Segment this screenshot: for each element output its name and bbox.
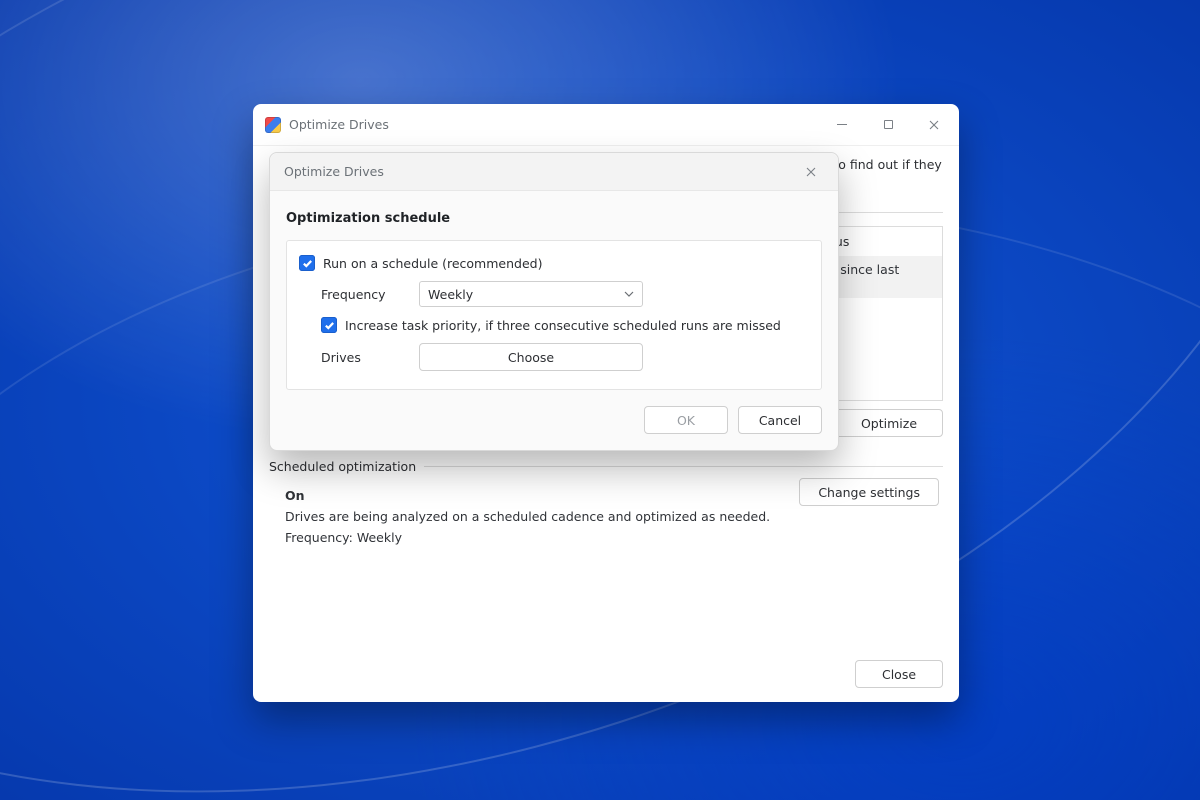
dialog-heading: Optimization schedule	[286, 211, 822, 226]
dialog-close-button[interactable]	[788, 153, 834, 191]
schedule-settings-dialog: Optimize Drives Optimization schedule Ru…	[269, 152, 839, 451]
window-title: Optimize Drives	[289, 117, 389, 132]
schedule-freq: Frequency: Weekly	[285, 530, 939, 545]
minimize-button[interactable]	[819, 104, 865, 146]
check-icon	[324, 320, 335, 331]
maximize-button[interactable]	[865, 104, 911, 146]
scheduled-section-title: Scheduled optimization	[269, 459, 943, 474]
app-icon	[265, 117, 281, 133]
close-icon	[806, 167, 816, 177]
cancel-button[interactable]: Cancel	[738, 406, 822, 434]
frequency-select[interactable]: Weekly	[419, 281, 643, 307]
increase-priority-label: Increase task priority, if three consecu…	[345, 318, 781, 333]
ok-button[interactable]: OK	[644, 406, 728, 434]
close-icon	[929, 120, 939, 130]
optimize-button[interactable]: Optimize	[835, 409, 943, 437]
dialog-titlebar[interactable]: Optimize Drives	[270, 153, 838, 191]
run-on-schedule-label: Run on a schedule (recommended)	[323, 256, 542, 271]
scheduled-block: Change settings On Drives are being anal…	[269, 474, 943, 545]
dialog-title: Optimize Drives	[284, 164, 384, 179]
titlebar[interactable]: Optimize Drives	[253, 104, 959, 146]
close-button[interactable]	[911, 104, 957, 146]
run-on-schedule-checkbox[interactable]	[299, 255, 315, 271]
schedule-desc: Drives are being analyzed on a scheduled…	[285, 509, 939, 524]
choose-drives-button[interactable]: Choose	[419, 343, 643, 371]
close-window-button[interactable]: Close	[855, 660, 943, 688]
chevron-down-icon	[624, 287, 634, 302]
check-icon	[302, 258, 313, 269]
schedule-group: Run on a schedule (recommended) Frequenc…	[286, 240, 822, 390]
frequency-label: Frequency	[299, 287, 419, 302]
change-settings-button[interactable]: Change settings	[799, 478, 939, 506]
increase-priority-checkbox[interactable]	[321, 317, 337, 333]
frequency-value: Weekly	[428, 287, 473, 302]
drives-label: Drives	[299, 350, 419, 365]
